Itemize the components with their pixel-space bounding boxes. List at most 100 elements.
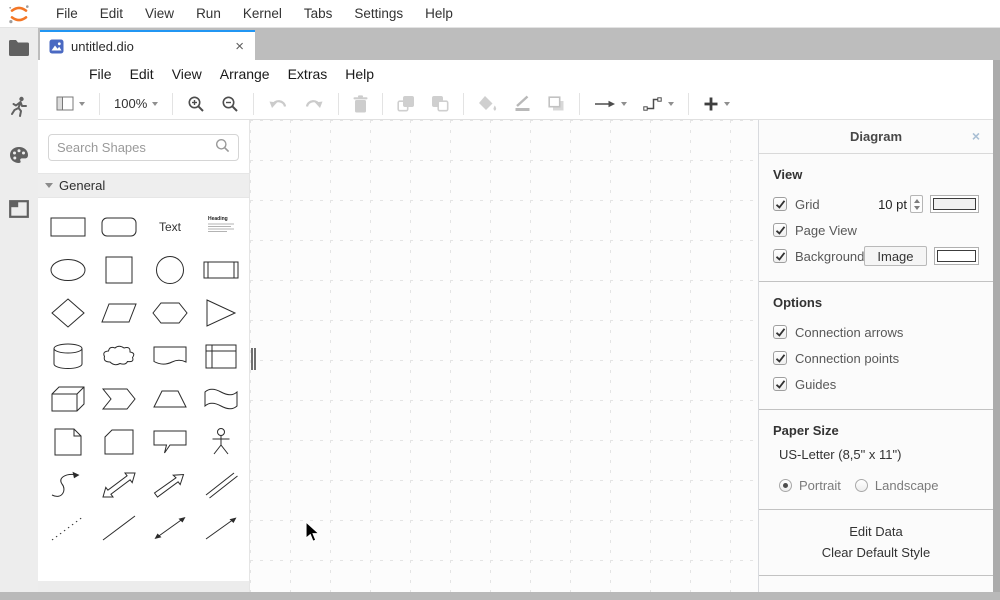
shadow-button[interactable] xyxy=(544,91,569,117)
diamond-shape[interactable] xyxy=(42,291,93,334)
trapezoid-shape[interactable] xyxy=(145,377,196,420)
sidebar-collapse-handle[interactable] xyxy=(251,348,257,370)
text-shape[interactable]: Text xyxy=(145,205,196,248)
step-shape[interactable] xyxy=(93,377,144,420)
format-close-icon[interactable]: × xyxy=(972,129,980,143)
shape-search-input[interactable] xyxy=(57,140,215,155)
card-shape[interactable] xyxy=(93,420,144,463)
jp-menu-file[interactable]: File xyxy=(45,0,89,27)
process-shape[interactable] xyxy=(196,248,247,291)
jp-menu-help[interactable]: Help xyxy=(414,0,464,27)
waypoints-dropdown-button[interactable] xyxy=(639,91,678,117)
dio-menu-extras[interactable]: Extras xyxy=(279,60,337,88)
to-front-button[interactable] xyxy=(393,91,419,117)
cylinder-shape[interactable] xyxy=(42,334,93,377)
diagram-canvas[interactable] xyxy=(250,120,758,592)
bidirectional-arrow-shape[interactable] xyxy=(93,463,144,506)
tab-close-icon[interactable]: × xyxy=(233,39,246,54)
drawio-editor: File Edit View Arrange Extras Help 100% xyxy=(38,60,1000,592)
tape-shape[interactable] xyxy=(196,377,247,420)
running-sessions-icon[interactable] xyxy=(8,96,30,118)
rectangle-shape[interactable] xyxy=(42,205,93,248)
actor-shape[interactable] xyxy=(196,420,247,463)
zoom-in-button[interactable] xyxy=(183,91,209,117)
cloud-shape[interactable] xyxy=(93,334,144,377)
dio-menu-edit[interactable]: Edit xyxy=(121,60,163,88)
view-heading: View xyxy=(773,167,979,182)
note-shape[interactable] xyxy=(42,420,93,463)
dashed-line-shape[interactable] xyxy=(42,506,93,549)
line-shape[interactable] xyxy=(93,506,144,549)
rounded-rectangle-shape[interactable] xyxy=(93,205,144,248)
page-view-label: Page View xyxy=(795,223,857,238)
hexagon-shape[interactable] xyxy=(145,291,196,334)
undo-button[interactable] xyxy=(264,91,292,117)
background-checkbox-checked[interactable] xyxy=(773,249,787,263)
format-tab-diagram[interactable]: Diagram xyxy=(850,129,902,144)
status-strip xyxy=(0,592,1000,600)
connection-arrows-checkbox-checked[interactable] xyxy=(773,325,787,339)
redo-button[interactable] xyxy=(300,91,328,117)
fill-color-button[interactable] xyxy=(474,91,501,117)
callout-shape[interactable] xyxy=(145,420,196,463)
jp-menu-edit[interactable]: Edit xyxy=(89,0,134,27)
bidirectional-connector-shape[interactable] xyxy=(145,506,196,549)
arrow-shape[interactable] xyxy=(145,463,196,506)
square-shape[interactable] xyxy=(93,248,144,291)
jp-menu-view[interactable]: View xyxy=(134,0,185,27)
shape-section-general[interactable]: General xyxy=(38,173,249,198)
triangle-shape[interactable] xyxy=(196,291,247,334)
guides-checkbox-checked[interactable] xyxy=(773,377,787,391)
activity-bar xyxy=(0,28,38,592)
delete-button[interactable] xyxy=(349,91,372,117)
command-palette-icon[interactable] xyxy=(8,144,30,166)
document-shape[interactable] xyxy=(145,334,196,377)
page-view-dropdown-button[interactable] xyxy=(52,91,89,117)
editor-scrollbar[interactable] xyxy=(993,60,1000,592)
cube-shape[interactable] xyxy=(42,377,93,420)
curve-shape[interactable] xyxy=(42,463,93,506)
dio-menu-arrange[interactable]: Arrange xyxy=(211,60,279,88)
connection-points-checkbox-checked[interactable] xyxy=(773,351,787,365)
zoom-level-dropdown-button[interactable]: 100% xyxy=(110,91,162,117)
jp-menu-tabs[interactable]: Tabs xyxy=(293,0,344,27)
grid-size-stepper[interactable] xyxy=(910,195,923,213)
textbox-shape[interactable]: Heading xyxy=(196,205,247,248)
dio-menu-help[interactable]: Help xyxy=(336,60,383,88)
parallelogram-shape[interactable] xyxy=(93,291,144,334)
grid-checkbox-checked[interactable] xyxy=(773,197,787,211)
jp-menu-settings[interactable]: Settings xyxy=(343,0,414,27)
to-back-button[interactable] xyxy=(427,91,453,117)
line-color-button[interactable] xyxy=(509,91,536,117)
connection-arrow-dropdown-button[interactable] xyxy=(590,91,631,117)
ellipse-shape[interactable] xyxy=(42,248,93,291)
circle-shape[interactable] xyxy=(145,248,196,291)
portrait-label: Portrait xyxy=(799,478,841,493)
open-tabs-icon[interactable] xyxy=(8,198,30,220)
jp-menu-kernel[interactable]: Kernel xyxy=(232,0,293,27)
directional-connector-shape[interactable] xyxy=(196,506,247,549)
edit-data-button[interactable]: Edit Data xyxy=(773,521,979,542)
zoom-out-button[interactable] xyxy=(217,91,243,117)
internal-storage-shape[interactable] xyxy=(196,334,247,377)
image-button[interactable]: Image xyxy=(864,246,926,266)
shapes-panel-scrollbar[interactable] xyxy=(38,581,249,592)
dio-menu-view[interactable]: View xyxy=(163,60,211,88)
grid-color-swatch[interactable] xyxy=(930,195,979,213)
page-view-checkbox-checked[interactable] xyxy=(773,223,787,237)
jp-menu-run[interactable]: Run xyxy=(185,0,232,27)
portrait-radio-selected[interactable] xyxy=(779,479,792,492)
landscape-radio[interactable] xyxy=(855,479,868,492)
paper-size-select[interactable]: US-Letter (8,5" x 11") xyxy=(779,447,979,462)
insert-dropdown-button[interactable] xyxy=(699,91,734,117)
dio-menu-file[interactable]: File xyxy=(80,60,121,88)
tab-untitled-dio[interactable]: untitled.dio × xyxy=(40,30,255,60)
drawio-toolbar: 100% xyxy=(38,88,993,120)
link-shape[interactable] xyxy=(196,463,247,506)
clear-default-style-button[interactable]: Clear Default Style xyxy=(773,542,979,563)
search-icon xyxy=(215,138,230,158)
background-color-swatch[interactable] xyxy=(934,247,979,265)
file-browser-icon[interactable] xyxy=(8,37,30,59)
shape-search-box[interactable] xyxy=(48,134,239,161)
paper-size-heading: Paper Size xyxy=(773,423,979,438)
